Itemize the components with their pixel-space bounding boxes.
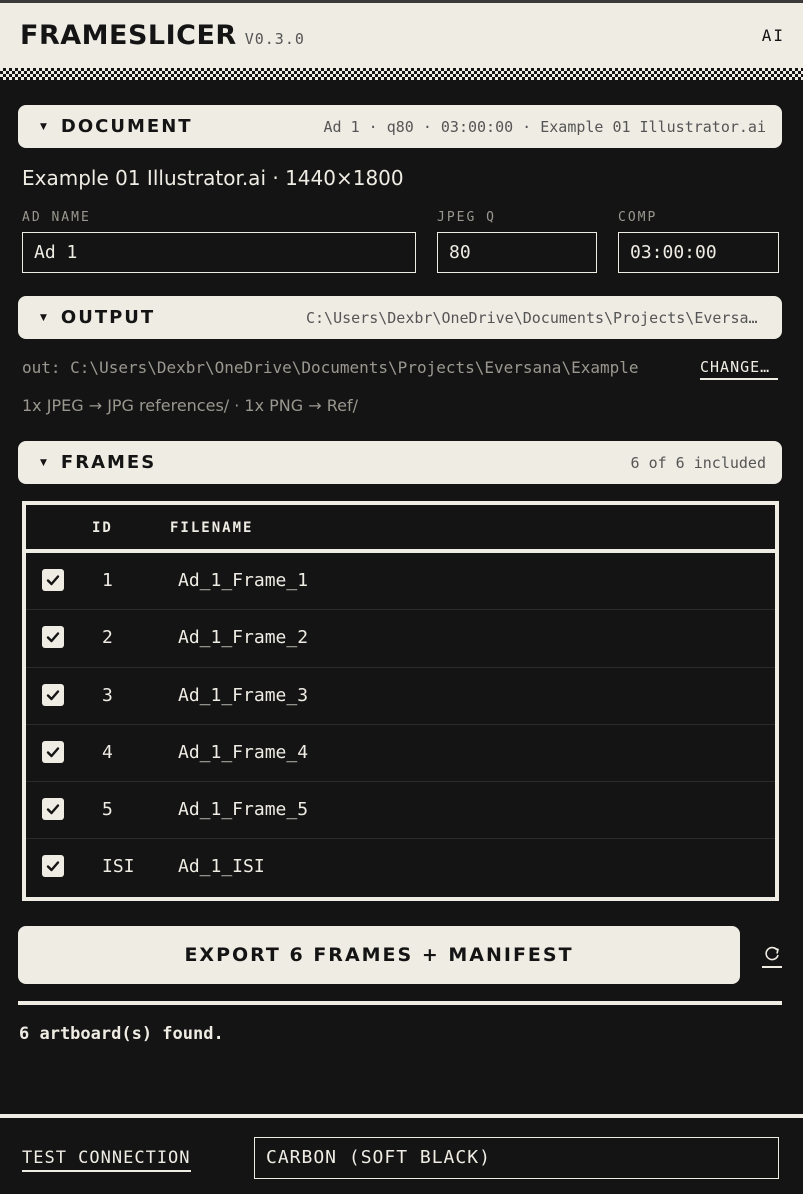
table-body: 1 Ad_1_Frame_1 2 Ad_1_Frame_2 3 Ad_1_Frame_3 4… — [26, 553, 775, 897]
caret-down-icon: ▼ — [40, 121, 47, 132]
include-checkbox[interactable] — [42, 683, 64, 706]
table-row[interactable]: 3 Ad_1_Frame_3 — [26, 668, 775, 725]
status-message: 6 artboard(s) found. — [19, 1024, 224, 1044]
checkmark-icon — [46, 804, 60, 815]
section-output-header[interactable]: ▼ OUTPUT C:\Users\Dexbr\OneDrive\Documen… — [18, 296, 782, 339]
section-summary: Ad 1 · q80 · 03:00:00 · Example 01 Illus… — [323, 117, 766, 136]
theme-select[interactable]: CARBON (SOFT BLACK) — [254, 1137, 779, 1179]
frame-filename[interactable]: Ad_1_Frame_2 — [178, 627, 308, 648]
frame-id: 1 — [102, 570, 113, 591]
host-app-badge: AI — [761, 26, 785, 45]
checkmark-icon — [46, 632, 60, 643]
refresh-icon[interactable] — [762, 944, 782, 968]
frame-id: 2 — [102, 627, 113, 649]
checkmark-icon — [46, 689, 60, 700]
checker-divider — [0, 68, 803, 80]
column-header-id: ID — [92, 520, 113, 536]
refresh-icon-glyph — [765, 946, 779, 961]
jpeg-quality-input[interactable]: 80 — [437, 232, 597, 273]
frame-id: 4 — [102, 741, 113, 763]
table-row[interactable]: 2 Ad_1_Frame_2 — [26, 610, 775, 668]
table-header: ID FILENAME — [26, 505, 775, 553]
change-output-button[interactable]: CHANGE… — [700, 358, 778, 380]
caret-down-icon: ▼ — [40, 457, 47, 468]
checkmark-icon — [46, 861, 60, 872]
table-row[interactable]: 5 Ad_1_Frame_5 — [26, 782, 775, 840]
test-connection-button[interactable]: TEST CONNECTION — [22, 1148, 191, 1172]
comp-label: COMP — [618, 210, 658, 225]
app-title: FRAMESLICER — [20, 20, 237, 51]
frame-filename[interactable]: Ad_1_Frame_4 — [178, 742, 308, 763]
table-row[interactable]: ISI Ad_1_ISI — [26, 839, 775, 896]
app-version: V0.3.0 — [244, 29, 305, 48]
jpeg-quality-label: JPEG Q — [437, 210, 496, 225]
export-button[interactable]: EXPORT 6 FRAMES + MANIFEST — [18, 926, 740, 984]
include-checkbox[interactable] — [42, 740, 64, 763]
frame-filename[interactable]: Ad_1_Frame_1 — [178, 570, 308, 591]
app-header: FRAMESLICER V0.3.0 AI — [0, 0, 803, 68]
column-header-filename: FILENAME — [170, 520, 254, 536]
section-summary: C:\Users\Dexbr\OneDrive\Documents\Projec… — [306, 308, 766, 327]
section-title: FRAMES — [60, 452, 157, 473]
frame-filename[interactable]: Ad_1_ISI — [178, 856, 265, 877]
checkmark-icon — [46, 747, 60, 758]
footer-divider — [0, 1114, 803, 1118]
table-row[interactable]: 1 Ad_1_Frame_1 — [26, 553, 775, 611]
include-checkbox[interactable] — [42, 798, 64, 821]
frame-id: 5 — [102, 799, 113, 821]
frames-table: ID FILENAME 1 Ad_1_Frame_1 2 Ad_1_Frame_2 3 A… — [22, 501, 779, 901]
divider — [18, 1001, 782, 1005]
caret-down-icon: ▼ — [40, 312, 47, 323]
comp-input[interactable]: 03:00:00 — [618, 232, 779, 273]
frame-id: ISI — [102, 856, 135, 878]
ad-name-label: AD NAME — [22, 210, 91, 225]
document-file-info: Example 01 Illustrator.ai · 1440×1800 — [22, 166, 404, 190]
frame-filename[interactable]: Ad_1_Frame_5 — [178, 799, 308, 820]
table-row[interactable]: 4 Ad_1_Frame_4 — [26, 725, 775, 783]
output-path: out: C:\Users\Dexbr\OneDrive\Documents\P… — [22, 358, 639, 377]
checkmark-icon — [46, 575, 60, 586]
output-formats: 1x JPEG → JPG references/ · 1x PNG → Ref… — [22, 396, 359, 415]
section-title: OUTPUT — [60, 307, 156, 328]
include-checkbox[interactable] — [42, 855, 64, 878]
section-document-header[interactable]: ▼ DOCUMENT Ad 1 · q80 · 03:00:00 · Examp… — [18, 105, 782, 148]
include-checkbox[interactable] — [42, 569, 64, 591]
section-frames-header[interactable]: ▼ FRAMES 6 of 6 included — [18, 441, 782, 484]
include-checkbox[interactable] — [42, 626, 64, 649]
ad-name-input[interactable]: Ad 1 — [22, 232, 416, 273]
frame-id: 3 — [102, 684, 113, 706]
frames-count: 6 of 6 included — [630, 453, 766, 472]
frame-filename[interactable]: Ad_1_Frame_3 — [178, 685, 308, 706]
section-title: DOCUMENT — [60, 116, 193, 137]
